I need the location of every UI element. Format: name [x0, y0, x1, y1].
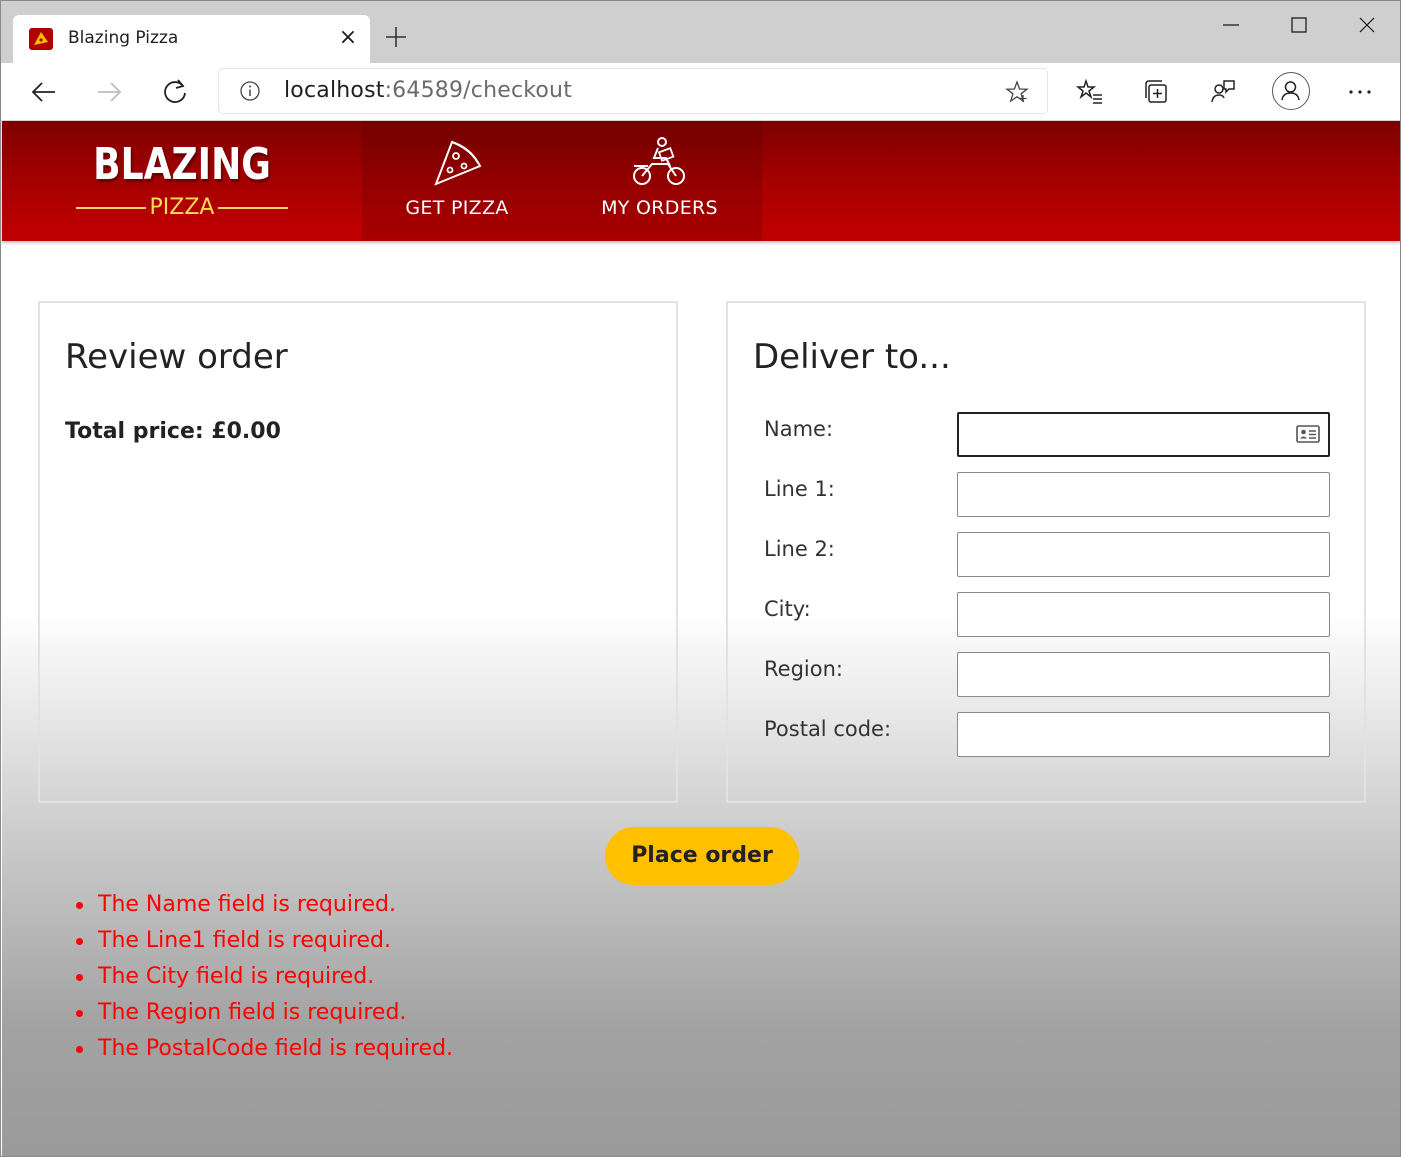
- pizza-favicon-icon: [29, 28, 53, 50]
- tab-title: Blazing Pizza: [68, 28, 179, 48]
- logo-title: BLAZING: [93, 139, 271, 190]
- url-text[interactable]: localhost:64589/checkout: [284, 78, 572, 103]
- line1-label: Line 1:: [764, 477, 835, 501]
- collections-icon[interactable]: [1141, 76, 1173, 108]
- site-info-icon[interactable]: [239, 80, 261, 102]
- line2-label: Line 2:: [764, 537, 835, 561]
- blazing-pizza-logo[interactable]: BLAZING PIZZA: [62, 139, 302, 229]
- feedback-icon[interactable]: [1206, 76, 1238, 108]
- reload-icon[interactable]: [159, 76, 191, 108]
- minimize-icon[interactable]: [1217, 11, 1245, 39]
- validation-error: The City field is required.: [75, 959, 453, 995]
- back-arrow-icon[interactable]: [28, 76, 60, 108]
- pizza-slice-icon: [432, 136, 484, 192]
- city-field[interactable]: [957, 592, 1330, 637]
- more-options-icon[interactable]: [1344, 76, 1376, 108]
- forward-arrow-icon[interactable]: [93, 76, 125, 108]
- logo-divider: [218, 207, 288, 209]
- review-order-heading: Review order: [65, 337, 288, 377]
- deliver-to-heading: Deliver to...: [753, 337, 951, 377]
- motorbike-delivery-icon: [630, 136, 688, 192]
- favorite-star-icon[interactable]: [1005, 80, 1029, 104]
- validation-error: The Line1 field is required.: [75, 923, 453, 959]
- new-tab-icon[interactable]: [382, 23, 410, 51]
- deliver-to-panel: Deliver to... Name: Line 1: Line 2: City…: [726, 301, 1366, 803]
- nav-label: MY ORDERS: [601, 197, 718, 219]
- favorites-icon[interactable]: [1074, 76, 1106, 108]
- window-close-icon[interactable]: [1353, 11, 1381, 39]
- postal-code-label: Postal code:: [764, 717, 892, 741]
- review-order-panel: Review order Total price: £0.00: [38, 301, 678, 803]
- validation-error: The Name field is required.: [75, 887, 453, 923]
- contact-card-icon[interactable]: [1296, 424, 1320, 444]
- main-nav: GET PIZZA MY ORDERS: [362, 121, 762, 241]
- name-label: Name:: [764, 417, 834, 441]
- region-field[interactable]: [957, 652, 1330, 697]
- region-label: Region:: [764, 657, 843, 681]
- city-label: City:: [764, 597, 811, 621]
- address-bar[interactable]: localhost:64589/checkout: [219, 69, 1047, 113]
- line2-field[interactable]: [957, 532, 1330, 577]
- place-order-button[interactable]: Place order: [605, 827, 799, 885]
- nav-label: GET PIZZA: [405, 197, 509, 219]
- total-price: Total price: £0.00: [65, 419, 281, 444]
- maximize-icon[interactable]: [1285, 11, 1313, 39]
- tab-close-icon[interactable]: ×: [335, 25, 361, 51]
- browser-window: Blazing Pizza × localhost:64589/checkout…: [0, 0, 1401, 1157]
- nav-get-pizza[interactable]: GET PIZZA: [382, 121, 532, 241]
- browser-toolbar: localhost:64589/checkout: [1, 63, 1400, 121]
- validation-error: The Region field is required.: [75, 995, 453, 1031]
- nav-my-orders[interactable]: MY ORDERS: [582, 121, 737, 241]
- browser-tab[interactable]: Blazing Pizza ×: [13, 15, 370, 63]
- line1-field[interactable]: [957, 472, 1330, 517]
- app-header: BLAZING PIZZA GET PIZZA MY ORDERS: [2, 121, 1400, 241]
- browser-titlebar: Blazing Pizza ×: [1, 1, 1400, 63]
- page-content: BLAZING PIZZA GET PIZZA MY ORDERS Review…: [2, 121, 1400, 1156]
- validation-error: The PostalCode field is required.: [75, 1031, 453, 1067]
- postal-code-field[interactable]: [957, 712, 1330, 757]
- profile-avatar-icon[interactable]: [1272, 72, 1310, 110]
- validation-summary: The Name field is required. The Line1 fi…: [75, 887, 453, 1067]
- name-field[interactable]: [957, 412, 1330, 457]
